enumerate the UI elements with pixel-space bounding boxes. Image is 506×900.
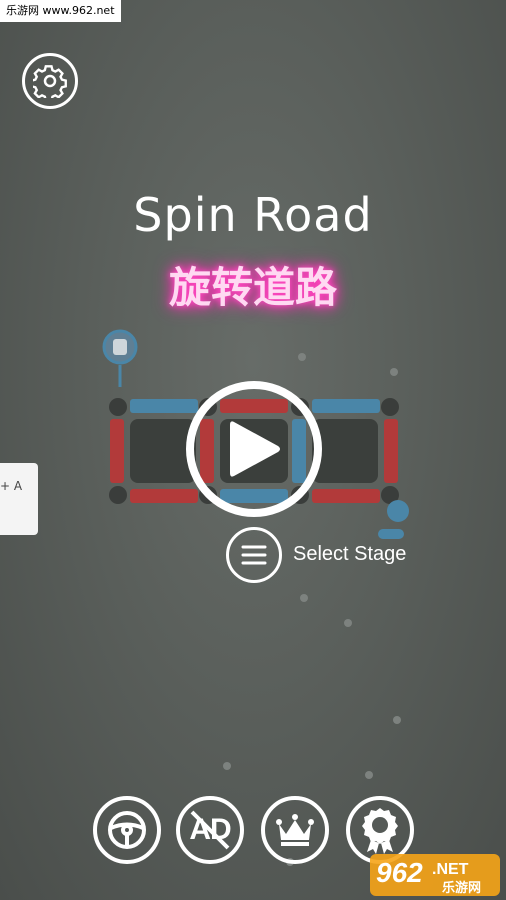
game-title-chinese: 旋转道路 <box>168 263 337 312</box>
site-watermark: 乐游网 www.962.net <box>0 0 121 22</box>
settings-button[interactable] <box>22 53 78 109</box>
ambient-dot <box>300 594 308 602</box>
game-title: Spin Road <box>133 188 373 242</box>
steering-wheel-icon <box>108 811 146 849</box>
ambient-dot <box>365 771 373 779</box>
play-button[interactable] <box>186 381 322 517</box>
logo-chinese: 乐游网 <box>442 880 481 896</box>
ambient-dot <box>393 716 401 724</box>
side-panel-text: + A <box>0 479 23 493</box>
ambient-dot <box>298 353 306 361</box>
ambient-dot <box>390 368 398 376</box>
remove-ads-button[interactable]: AD <box>176 796 244 864</box>
select-stage-button[interactable] <box>226 527 282 583</box>
side-overlay-panel[interactable]: + A <box>0 463 38 535</box>
site-logo-watermark: 962 .NET 乐游网 <box>370 854 500 896</box>
select-stage-label[interactable]: Select Stage <box>293 543 406 566</box>
logo-number: 962 <box>376 857 423 888</box>
ambient-dot <box>223 762 231 770</box>
crown-icon <box>276 814 314 846</box>
award-badge-icon <box>362 808 398 854</box>
leaderboard-button[interactable] <box>261 796 329 864</box>
ambient-dot <box>344 619 352 627</box>
steering-button[interactable] <box>93 796 161 864</box>
play-icon <box>230 421 280 477</box>
no-ads-icon: AD <box>182 802 238 858</box>
menu-icon <box>241 545 267 565</box>
logo-suffix: .NET <box>432 861 469 878</box>
gear-icon <box>33 65 67 98</box>
